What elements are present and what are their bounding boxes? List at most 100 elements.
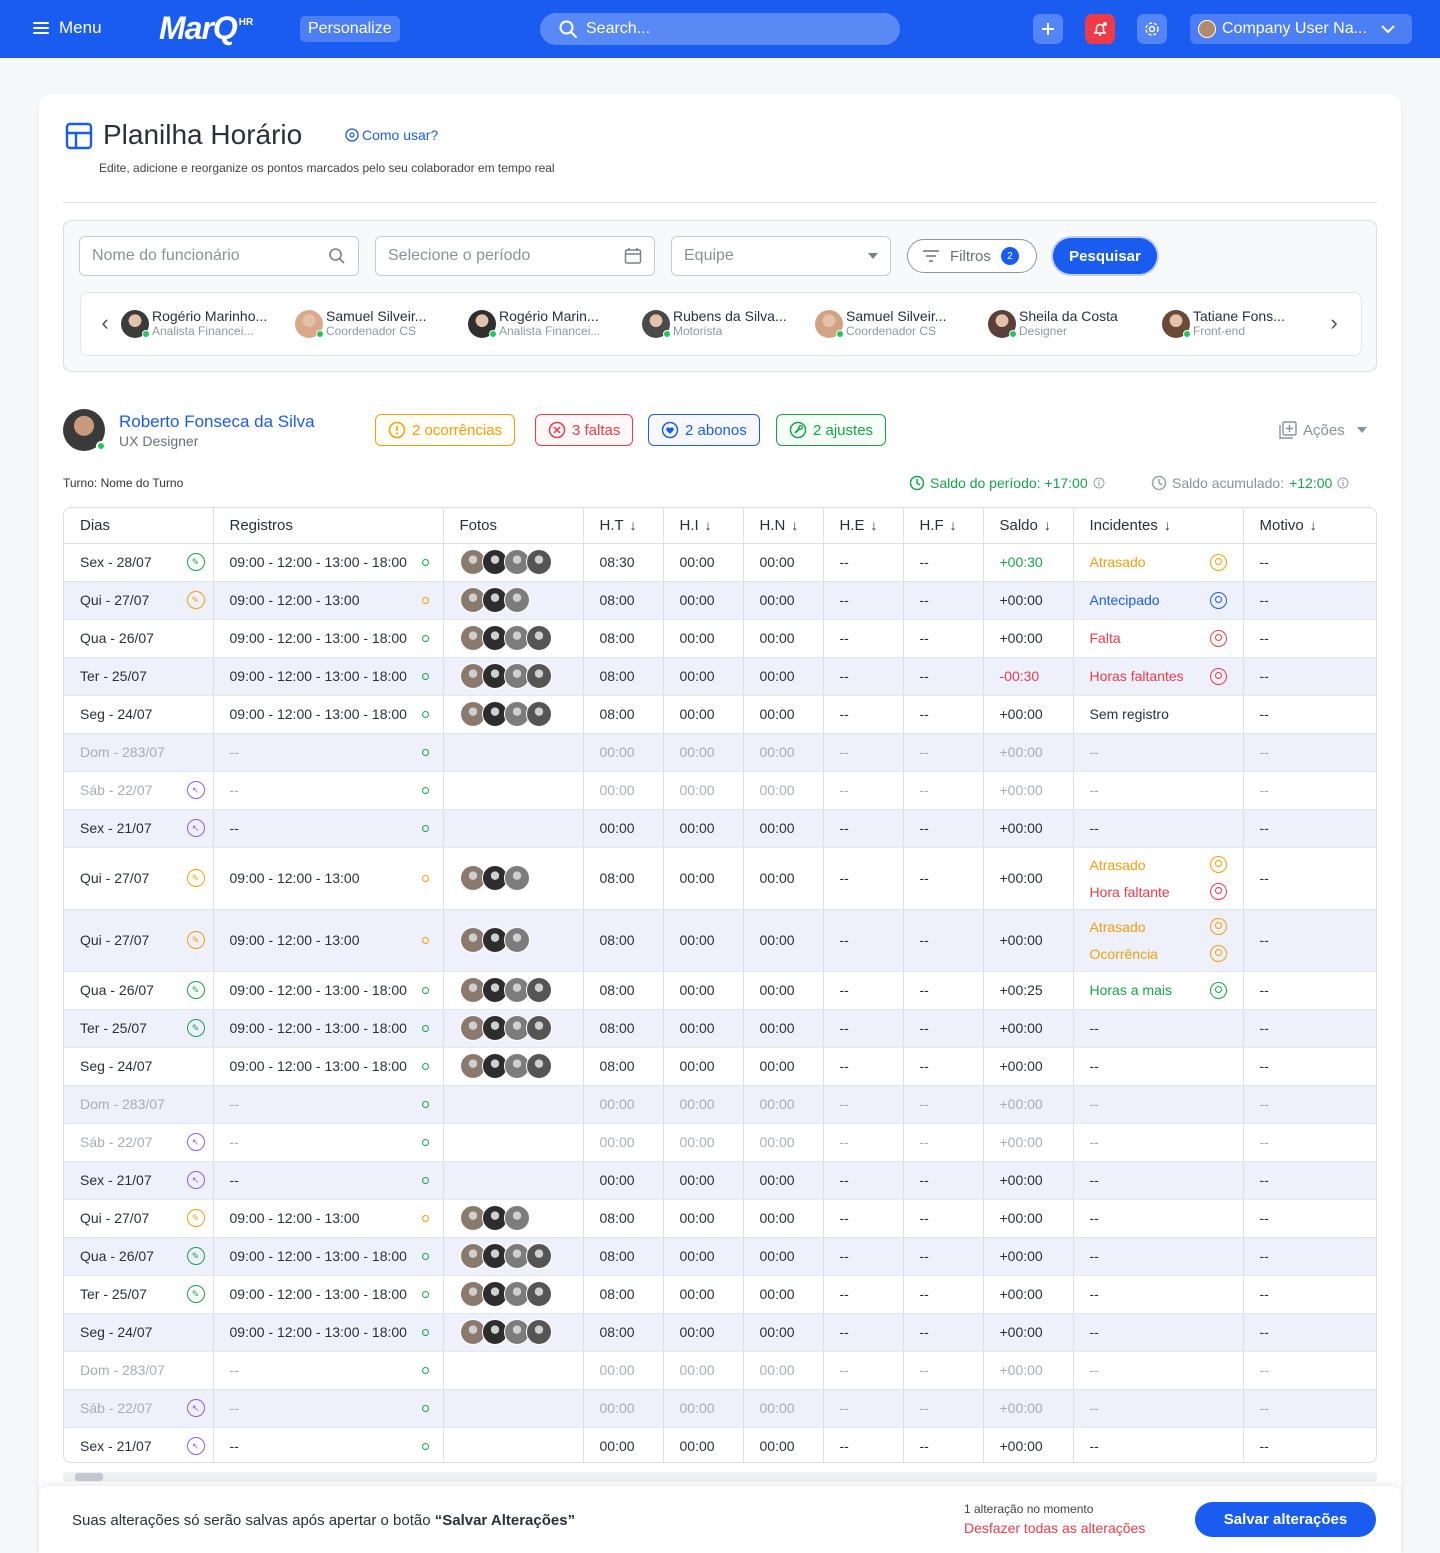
table-row[interactable]: Sex - 21/07 ↖ -- 00:00 00:00 00:00 -- -- … <box>64 1427 1376 1462</box>
table-row[interactable]: Qui - 27/07 ✎ 09:00 - 12:00 - 13:00 08:00… <box>64 1199 1376 1238</box>
table-row[interactable]: Qua - 26/07 ✎ 09:00 - 12:00 - 13:00 - 18:… <box>64 1237 1376 1276</box>
reason-cell[interactable]: -- <box>1243 1161 1376 1200</box>
time-off-icon[interactable]: ↖ <box>186 781 205 799</box>
marq-logo[interactable]: MarQ HR <box>159 10 253 47</box>
employee-chip[interactable]: Samuel Silveir... Coordenador CS <box>815 309 946 338</box>
time-off-icon[interactable]: ↖ <box>186 1399 205 1417</box>
employee-chip[interactable]: Tatiane Fons... Front-end <box>1162 309 1285 338</box>
adjustment-icon[interactable]: ✎ <box>186 869 205 887</box>
table-row[interactable]: Qui - 27/07 ✎ 09:00 - 12:00 - 13:00 08:00… <box>64 847 1376 910</box>
records-cell[interactable]: 09:00 - 12:00 - 13:00 - 18:00 <box>213 543 444 582</box>
table-row[interactable]: Dom - 283/07 -- 00:00 00:00 00:00 -- -- … <box>64 1351 1376 1390</box>
employee-chip[interactable]: Samuel Silveir... Coordenador CS <box>295 309 426 338</box>
scrollbar-thumb[interactable] <box>75 1473 103 1481</box>
records-cell[interactable]: 09:00 - 12:00 - 13:00 - 18:00 <box>213 657 444 696</box>
adjustment-icon[interactable]: ✎ <box>186 1285 205 1303</box>
sort-arrow-icon[interactable]: ↓ <box>1310 517 1317 533</box>
reason-cell[interactable]: -- <box>1243 771 1376 810</box>
sort-arrow-icon[interactable]: ↓ <box>705 517 712 533</box>
table-row[interactable]: Qui - 27/07 ✎ 09:00 - 12:00 - 13:00 08:00… <box>64 581 1376 620</box>
records-cell[interactable]: 09:00 - 12:00 - 13:00 - 18:00 <box>213 1009 444 1048</box>
records-cell[interactable]: 09:00 - 12:00 - 13:00 - 18:00 <box>213 971 444 1010</box>
add-button[interactable] <box>1033 14 1063 44</box>
incident-icon[interactable] <box>1209 553 1227 571</box>
reason-cell[interactable]: -- <box>1243 1123 1376 1162</box>
adjustments-pill[interactable]: 2 ajustes <box>776 414 887 446</box>
sort-arrow-icon[interactable]: ↓ <box>630 517 637 533</box>
table-row[interactable]: Dom - 283/07 -- 00:00 00:00 00:00 -- -- … <box>64 733 1376 772</box>
user-account-dropdown[interactable]: Company User Na... <box>1190 14 1412 44</box>
records-cell[interactable]: 09:00 - 12:00 - 13:00 - 18:00 <box>213 1313 444 1352</box>
incident-icon[interactable] <box>1209 856 1227 873</box>
records-cell[interactable]: 09:00 - 12:00 - 13:00 <box>213 581 444 620</box>
records-cell[interactable]: 09:00 - 12:00 - 13:00 - 18:00 <box>213 1275 444 1314</box>
personalize-button[interactable]: Personalize <box>300 16 400 42</box>
reason-cell[interactable]: -- <box>1243 1351 1376 1390</box>
global-search-input[interactable]: Search... <box>540 13 900 45</box>
sort-arrow-icon[interactable]: ↓ <box>871 517 878 533</box>
reason-cell[interactable]: -- <box>1243 847 1376 910</box>
table-row[interactable]: Sáb - 22/07 ↖ -- 00:00 00:00 00:00 -- -- … <box>64 771 1376 810</box>
photo-thumbnail[interactable] <box>503 927 530 953</box>
employee-chip[interactable]: Rogério Marinho... Analista Financei... <box>121 309 267 338</box>
column-header[interactable]: Saldo ↓ <box>983 508 1074 544</box>
photo-thumbnail[interactable] <box>525 1015 552 1041</box>
records-cell[interactable]: -- <box>213 733 444 772</box>
reason-cell[interactable]: -- <box>1243 657 1376 696</box>
records-cell[interactable]: -- <box>213 1351 444 1390</box>
team-select[interactable]: Equipe <box>671 236 891 276</box>
save-changes-button[interactable]: Salvar alterações <box>1195 1502 1376 1537</box>
settings-button[interactable] <box>1137 14 1167 44</box>
column-header[interactable]: H.E ↓ <box>823 508 904 544</box>
column-header[interactable]: H.I ↓ <box>663 508 744 544</box>
photo-thumbnail[interactable] <box>525 663 552 689</box>
photo-thumbnail[interactable] <box>525 701 552 727</box>
time-off-icon[interactable]: ↖ <box>186 1437 205 1455</box>
records-cell[interactable]: 09:00 - 12:00 - 13:00 <box>213 909 444 972</box>
incident-icon[interactable] <box>1209 981 1227 999</box>
records-cell[interactable]: -- <box>213 1085 444 1124</box>
sort-arrow-icon[interactable]: ↓ <box>950 517 957 533</box>
absences-pill[interactable]: 3 faltas <box>535 414 634 446</box>
incident-icon[interactable] <box>1209 629 1227 647</box>
reason-cell[interactable]: -- <box>1243 1237 1376 1276</box>
adjustment-icon[interactable]: ✎ <box>186 981 205 999</box>
adjustment-icon[interactable]: ✎ <box>186 1209 205 1227</box>
adjustment-icon[interactable]: ✎ <box>186 1019 205 1037</box>
adjustment-icon[interactable]: ✎ <box>186 591 205 609</box>
profile-name[interactable]: Roberto Fonseca da Silva <box>119 412 315 432</box>
column-header[interactable]: Motivo ↓ <box>1243 508 1376 544</box>
reason-cell[interactable]: -- <box>1243 1047 1376 1086</box>
reason-cell[interactable]: -- <box>1243 543 1376 582</box>
sort-arrow-icon[interactable]: ↓ <box>791 517 798 533</box>
table-row[interactable]: Seg - 24/07 09:00 - 12:00 - 13:00 - 18:0… <box>64 1047 1376 1086</box>
table-row[interactable]: Qua - 26/07 ✎ 09:00 - 12:00 - 13:00 - 18:… <box>64 971 1376 1010</box>
records-cell[interactable]: 09:00 - 12:00 - 13:00 - 18:00 <box>213 1237 444 1276</box>
records-cell[interactable]: 09:00 - 12:00 - 13:00 - 18:00 <box>213 695 444 734</box>
reason-cell[interactable]: -- <box>1243 581 1376 620</box>
table-row[interactable]: Sex - 21/07 ↖ -- 00:00 00:00 00:00 -- -- … <box>64 1161 1376 1200</box>
table-row[interactable]: Sex - 28/07 ✎ 09:00 - 12:00 - 13:00 - 18:… <box>64 543 1376 582</box>
adjustment-icon[interactable]: ✎ <box>186 931 205 949</box>
info-icon[interactable] <box>1093 477 1105 489</box>
incident-icon[interactable] <box>1209 918 1227 935</box>
notifications-button[interactable] <box>1085 14 1115 44</box>
adjustment-icon[interactable]: ✎ <box>186 1247 205 1265</box>
photo-thumbnail[interactable] <box>525 1053 552 1079</box>
photo-thumbnail[interactable] <box>525 549 552 575</box>
table-row[interactable]: Ter - 25/07 ✎ 09:00 - 12:00 - 13:00 - 18:… <box>64 1009 1376 1048</box>
reason-cell[interactable]: -- <box>1243 1427 1376 1462</box>
adjustment-icon[interactable]: ✎ <box>186 553 205 571</box>
table-row[interactable]: Sex - 21/07 ↖ -- 00:00 00:00 00:00 -- -- … <box>64 809 1376 848</box>
search-button[interactable]: Pesquisar <box>1053 238 1157 274</box>
carousel-next-button[interactable]: › <box>1324 312 1344 334</box>
photo-thumbnail[interactable] <box>525 1281 552 1307</box>
records-cell[interactable]: -- <box>213 1161 444 1200</box>
table-row[interactable]: Seg - 24/07 09:00 - 12:00 - 13:00 - 18:0… <box>64 1313 1376 1352</box>
time-off-icon[interactable]: ↖ <box>186 1171 205 1189</box>
actions-dropdown[interactable]: Ações <box>1279 421 1367 439</box>
reason-cell[interactable]: -- <box>1243 1085 1376 1124</box>
employee-chip[interactable]: Rogério Marin... Analista Financei... <box>468 309 600 338</box>
column-header[interactable]: Incidentes ↓ <box>1073 508 1244 544</box>
employee-name-input[interactable]: Nome do funcionário <box>79 236 359 276</box>
